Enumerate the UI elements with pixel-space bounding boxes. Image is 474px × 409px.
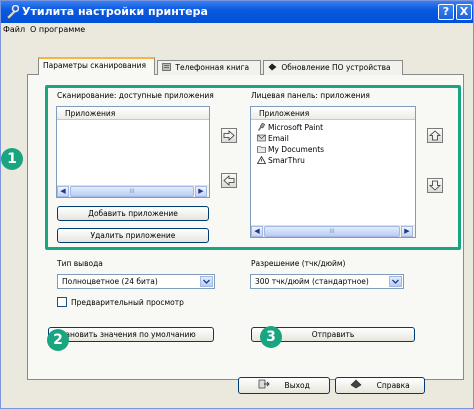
scroll-thumb[interactable]: III	[264, 226, 400, 237]
resolution-value: 300 тчк/дюйм (стандартное)	[255, 277, 369, 286]
list-item-label: My Documents	[268, 145, 325, 154]
callout-badge-2: 2	[47, 329, 69, 351]
email-icon	[257, 134, 266, 142]
scan-apps-hscroll[interactable]: ◀ III ▶	[57, 185, 209, 197]
scroll-left-button[interactable]: ◀	[251, 226, 263, 237]
output-type-select[interactable]: Полноцветное (24 бита)	[57, 274, 215, 289]
front-panel-list-header: Приложения	[251, 107, 415, 120]
resolution-label: Разрешение (тчк/дюйм)	[251, 259, 346, 268]
remove-app-button[interactable]: Удалить приложение	[57, 228, 209, 243]
front-panel-list[interactable]: Приложения Microsoft Paint Email My Docu…	[250, 106, 416, 238]
folder-icon	[257, 145, 266, 153]
phonebook-icon	[162, 63, 171, 71]
add-app-button[interactable]: Добавить приложение	[57, 206, 209, 221]
menu-file[interactable]: Файл	[3, 25, 25, 34]
firmware-icon	[268, 63, 277, 71]
window-title: Утилита настройки принтера	[22, 5, 208, 18]
printer-settings-icon	[5, 4, 20, 20]
scroll-right-button[interactable]: ▶	[195, 186, 207, 197]
chevron-down-icon[interactable]	[200, 276, 213, 287]
list-item-label: SmarThru	[268, 156, 305, 165]
scroll-left-button[interactable]: ◀	[57, 186, 69, 197]
chevron-down-icon[interactable]	[389, 276, 402, 287]
front-panel-hscroll[interactable]: ◀ III ▶	[251, 225, 415, 237]
title-bar[interactable]: Утилита настройки принтера ? X	[1, 1, 473, 23]
exit-button[interactable]: Выход	[238, 377, 330, 394]
list-item-label: Microsoft Paint	[268, 123, 324, 132]
callout-badge-1: 1	[1, 148, 23, 170]
tab-label: Параметры сканирования	[43, 61, 146, 70]
set-defaults-label: Установить значения по умолчанию	[52, 330, 196, 339]
close-button[interactable]: X	[456, 4, 472, 20]
tab-phonebook[interactable]: Телефонная книга	[157, 60, 261, 75]
printer-settings-window: Утилита настройки принтера ? X Файл О пр…	[0, 0, 474, 409]
list-item[interactable]: My Documents	[257, 145, 324, 154]
list-item-label: Email	[268, 134, 289, 143]
front-panel-label: Лицевая панель: приложения	[251, 91, 370, 100]
menu-about[interactable]: О программе	[30, 25, 85, 34]
scan-apps-list[interactable]: Приложения ◀ III ▶	[56, 106, 210, 198]
paint-icon	[257, 122, 266, 131]
help-label: Справка	[376, 381, 410, 390]
output-type-label: Тип вывода	[57, 259, 103, 268]
menu-bar: Файл О программе	[1, 23, 473, 37]
move-up-button[interactable]	[427, 128, 443, 143]
list-item[interactable]: Email	[257, 134, 289, 143]
exit-label: Выход	[284, 381, 310, 390]
preview-label: Предварительный просмотр	[71, 298, 184, 307]
output-type-value: Полноцветное (24 бита)	[62, 277, 158, 286]
move-left-button[interactable]	[221, 173, 237, 188]
tab-firmware-update[interactable]: Обновление ПО устройства	[263, 60, 403, 75]
move-down-button[interactable]	[427, 178, 443, 193]
preview-checkbox[interactable]	[57, 297, 67, 307]
tab-scan-settings[interactable]: Параметры сканирования	[38, 57, 155, 75]
scroll-right-button[interactable]: ▶	[401, 226, 413, 237]
help-button[interactable]: Справка	[335, 377, 425, 394]
tab-label: Обновление ПО устройства	[281, 63, 391, 72]
move-right-button[interactable]	[221, 128, 237, 143]
help-icon	[350, 379, 362, 389]
exit-icon	[258, 379, 270, 389]
tab-label: Телефонная книга	[175, 63, 250, 72]
list-item[interactable]: Microsoft Paint	[257, 122, 324, 132]
set-defaults-button[interactable]: Установить значения по умолчанию	[48, 327, 214, 342]
callout-badge-3: 3	[260, 326, 282, 348]
smarthru-icon	[256, 155, 267, 164]
scroll-thumb[interactable]: III	[70, 186, 194, 197]
scan-apps-list-header: Приложения	[57, 107, 209, 120]
help-title-button[interactable]: ?	[438, 4, 454, 20]
resolution-select[interactable]: 300 тчк/дюйм (стандартное)	[250, 274, 404, 289]
scan-apps-label: Сканирование: доступные приложения	[57, 91, 214, 100]
list-item[interactable]: SmarThru	[256, 155, 305, 165]
